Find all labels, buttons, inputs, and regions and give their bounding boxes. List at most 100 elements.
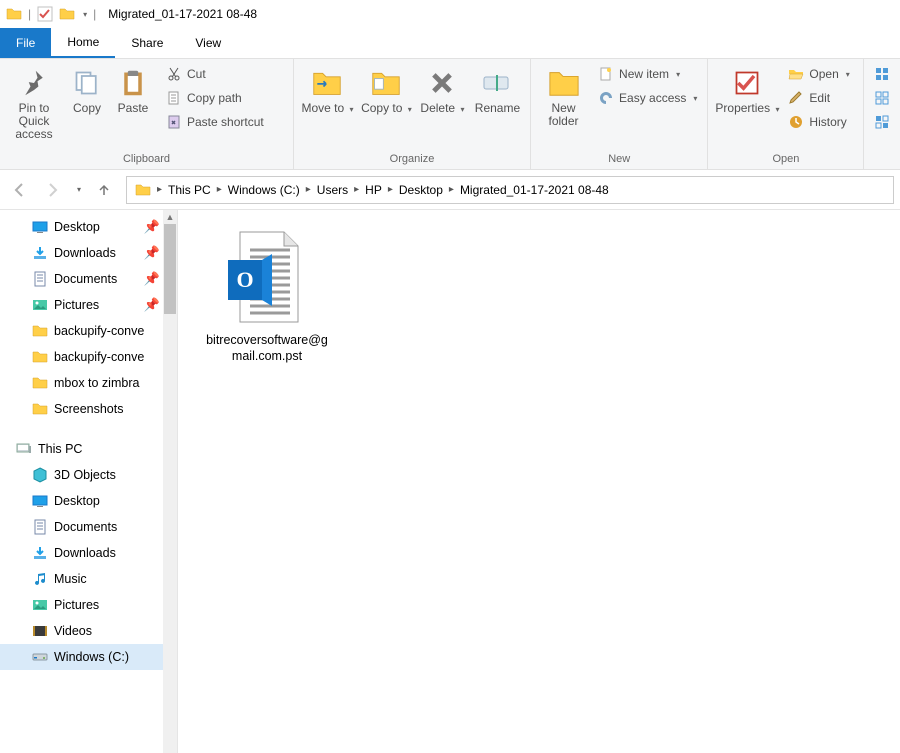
up-button[interactable] [90,176,118,204]
sidebar-item[interactable]: Desktop📌 [0,214,164,240]
breadcrumb-item[interactable]: Desktop [395,183,447,197]
paste-shortcut-button[interactable]: Paste shortcut [162,110,268,134]
new-folder-button[interactable]: New folder [537,62,590,128]
history-button[interactable]: History [784,110,853,134]
breadcrumb-item[interactable]: This PC [164,183,215,197]
scroll-thumb[interactable] [164,224,176,314]
sidebar-item[interactable]: Videos [0,618,164,644]
sidebar-item[interactable]: backupify-conve [0,318,164,344]
select-button-2[interactable] [870,86,894,110]
paste-button[interactable]: Paste [112,62,154,115]
tab-view[interactable]: View [179,28,237,58]
scroll-up-icon[interactable]: ▲ [163,210,177,224]
folder-icon [6,6,22,22]
address-bar[interactable]: ▸ This PC▸ Windows (C:)▸ Users▸ HP▸ Desk… [126,176,894,204]
folder-icon [32,323,48,339]
recent-locations-button[interactable]: ▾ [70,176,86,204]
thispc-icon [16,441,32,457]
easy-access-icon [598,90,614,106]
select-icon [874,114,890,130]
sidebar-item[interactable]: mbox to zimbra [0,370,164,396]
tab-file[interactable]: File [0,28,51,58]
pin-to-quick-access-label: Pin to Quick access [6,102,62,141]
sidebar-item[interactable]: Downloads [0,540,164,566]
copy-button[interactable]: Copy [66,62,108,115]
chevron-right-icon[interactable]: ▸ [155,184,164,195]
tab-home[interactable]: Home [51,28,115,58]
sidebar-item[interactable]: Windows (C:) [0,644,164,670]
sidebar-item[interactable]: Music [0,566,164,592]
folder-icon [32,349,48,365]
chevron-right-icon[interactable]: ▸ [447,184,456,195]
copy-label: Copy [73,102,101,115]
copy-icon [70,66,104,100]
new-folder-icon [547,66,581,100]
sidebar-item[interactable]: backupify-conve [0,344,164,370]
cut-button[interactable]: Cut [162,62,268,86]
file-item[interactable]: O bitrecoversoftware@gmail.com.pst [202,230,332,364]
qat-checkbox-icon[interactable] [37,6,53,22]
qat-dropdown-icon[interactable]: ▾ [83,10,87,19]
edit-button[interactable]: Edit [784,86,853,110]
breadcrumb-root-icon[interactable] [131,182,155,198]
sidebar-item[interactable]: Pictures📌 [0,292,164,318]
move-to-button[interactable]: Move to ▾ [300,62,355,116]
file-list[interactable]: O bitrecoversoftware@gmail.com.pst [178,210,900,753]
chevron-right-icon[interactable]: ▸ [215,184,224,195]
scrollbar[interactable]: ▲ [163,210,177,753]
sidebar-item[interactable]: Pictures [0,592,164,618]
tab-share[interactable]: Share [115,28,179,58]
sidebar-item[interactable]: Downloads📌 [0,240,164,266]
rename-icon [480,66,514,100]
new-item-button[interactable]: New item▾ [594,62,701,86]
sidebar-item-label: Pictures [54,598,99,612]
open-icon [788,66,804,82]
breadcrumb-item[interactable]: Windows (C:) [224,183,304,197]
pin-to-quick-access-button[interactable]: Pin to Quick access [6,62,62,141]
group-new-label: New [537,151,701,169]
select-icon [874,90,890,106]
group-organize-label: Organize [300,151,524,169]
music-icon [32,571,48,587]
forward-button[interactable] [38,176,66,204]
sidebar-item[interactable]: Desktop [0,488,164,514]
sidebar-item[interactable]: Screenshots [0,396,164,422]
sidebar-item[interactable]: Documents📌 [0,266,164,292]
separator: | [93,7,96,21]
folder-icon [32,375,48,391]
sidebar-item-label: Music [54,572,87,586]
drive-icon [32,649,48,665]
document-icon [32,271,48,287]
chevron-down-icon: ▾ [775,105,779,114]
sidebar-item[interactable]: This PC [0,436,164,462]
sidebar-item-label: Desktop [54,220,100,234]
chevron-right-icon[interactable]: ▸ [386,184,395,195]
chevron-down-icon: ▾ [846,70,850,79]
breadcrumb-item[interactable]: HP [361,183,386,197]
rename-button[interactable]: Rename [471,62,524,115]
select-button[interactable] [870,62,894,86]
sidebar-item[interactable]: 3D Objects [0,462,164,488]
sidebar-item[interactable]: Documents [0,514,164,540]
title-bar: | ▾ | Migrated_01-17-2021 08-48 [0,0,900,28]
open-button[interactable]: Open▾ [784,62,853,86]
breadcrumb-item[interactable]: Users [313,183,352,197]
move-to-icon [310,66,344,100]
delete-button[interactable]: Delete ▾ [418,62,467,116]
download-icon [32,245,48,261]
chevron-down-icon: ▾ [693,94,697,103]
back-button[interactable] [6,176,34,204]
new-item-icon [598,66,614,82]
menu-tabs: File Home Share View [0,28,900,58]
copy-path-button[interactable]: Copy path [162,86,268,110]
chevron-right-icon[interactable]: ▸ [304,184,313,195]
chevron-down-icon: ▾ [676,70,680,79]
properties-button[interactable]: Properties ▾ [714,62,780,116]
sidebar-item-label: backupify-conve [54,350,144,364]
sidebar-item-label: backupify-conve [54,324,144,338]
easy-access-button[interactable]: Easy access▾ [594,86,701,110]
select-button-3[interactable] [870,110,894,134]
chevron-right-icon[interactable]: ▸ [352,184,361,195]
breadcrumb-item[interactable]: Migrated_01-17-2021 08-48 [456,183,613,197]
copy-to-button[interactable]: Copy to ▾ [359,62,414,116]
